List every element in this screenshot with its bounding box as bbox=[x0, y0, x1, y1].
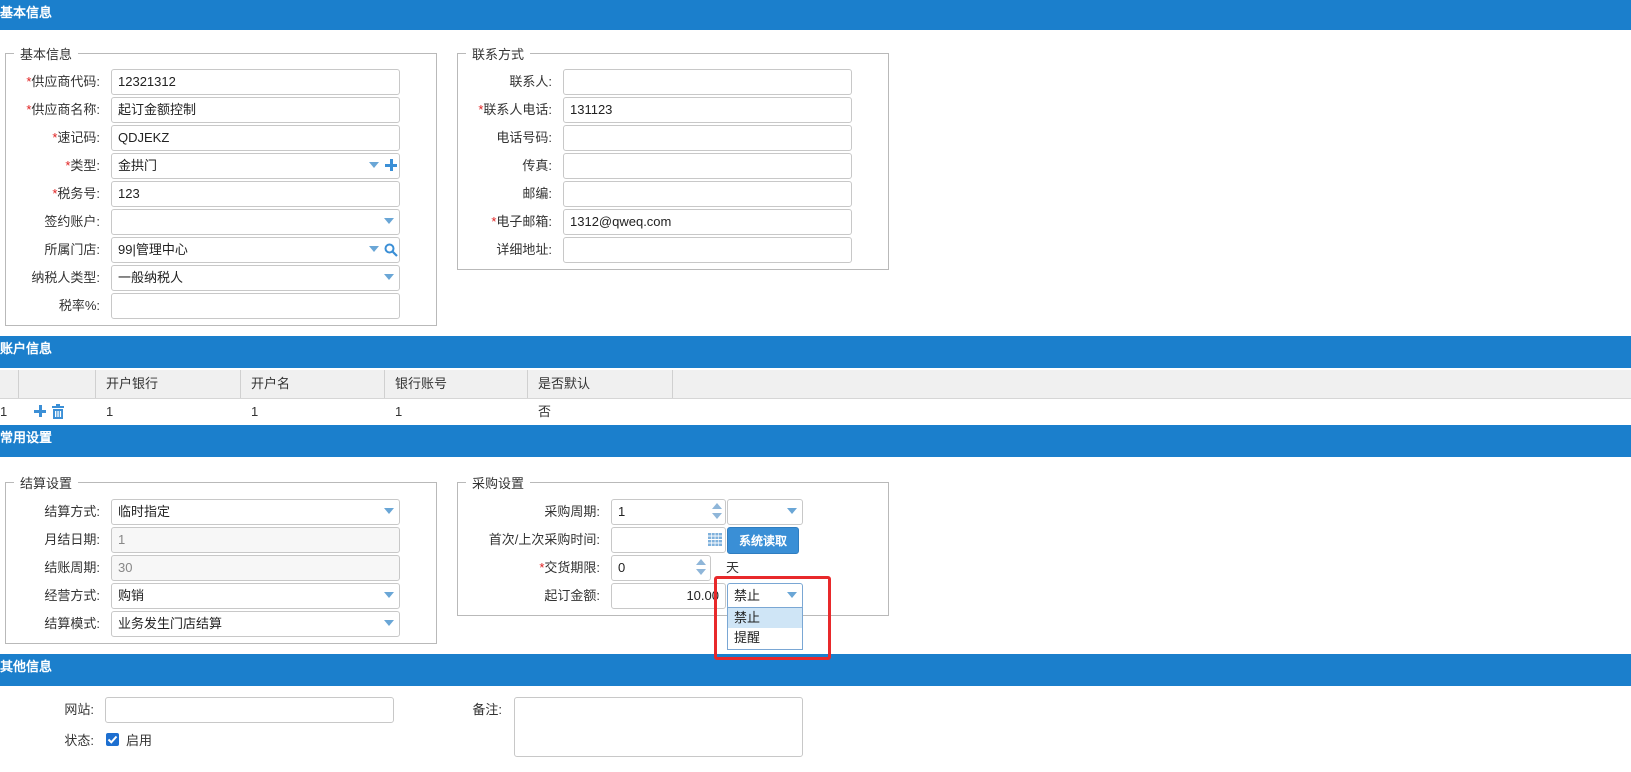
taxpayer-type-input[interactable]: 一般纳税人 bbox=[111, 265, 400, 291]
contact-phone-label: *联系人电话: bbox=[478, 102, 552, 117]
add-icon[interactable] bbox=[384, 158, 398, 172]
cell-account-name: 1 bbox=[251, 404, 259, 419]
remark-label: 备注: bbox=[472, 702, 502, 717]
grid-separator bbox=[240, 370, 241, 398]
fax-label: 传真: bbox=[522, 158, 552, 173]
address-label: 详细地址: bbox=[496, 242, 552, 257]
email-label: *电子邮箱: bbox=[491, 214, 552, 229]
check-icon bbox=[107, 735, 118, 744]
phone-number-input[interactable] bbox=[563, 125, 852, 151]
email-input[interactable]: 1312@qweq.com bbox=[563, 209, 852, 235]
website-input[interactable] bbox=[105, 697, 394, 723]
settlement-mode-label: 结算模式: bbox=[44, 616, 100, 631]
last-purchase-time-label: 首次/上次采购时间: bbox=[488, 532, 600, 547]
purchase-cycle-label: 采购周期: bbox=[544, 504, 600, 519]
settlement-method-input[interactable]: 临时指定 bbox=[111, 499, 400, 525]
purchase-cycle-input[interactable]: 1 bbox=[611, 499, 726, 525]
business-mode-label: 经营方式: bbox=[44, 588, 100, 603]
phone-number-label: 电话号码: bbox=[496, 130, 552, 145]
contact-legend: 联系方式 bbox=[472, 47, 525, 62]
chevron-down-icon[interactable] bbox=[384, 620, 394, 626]
purchase-legend: 采购设置 bbox=[472, 476, 525, 491]
chevron-down-icon[interactable] bbox=[384, 274, 394, 280]
col-header-default[interactable]: 是否默认 bbox=[538, 370, 590, 398]
status-checkbox[interactable] bbox=[106, 733, 119, 746]
monthly-settle-date-label: 月结日期: bbox=[44, 532, 100, 547]
highlight-box bbox=[714, 576, 831, 660]
supplier-name-label: *供应商名称: bbox=[26, 102, 100, 117]
monthly-settle-date-input[interactable]: 1 bbox=[111, 527, 400, 553]
cell-default: 否 bbox=[538, 404, 552, 419]
section-header-account: 账户信息 bbox=[0, 336, 1631, 368]
spin-down-icon[interactable] bbox=[712, 513, 722, 519]
contract-account-input[interactable] bbox=[111, 209, 400, 235]
col-header-bank[interactable]: 开户银行 bbox=[106, 370, 158, 398]
tax-number-label: *税务号: bbox=[52, 186, 100, 201]
col-header-account-no[interactable]: 银行账号 bbox=[395, 370, 447, 398]
contract-account-label: 签约账户: bbox=[44, 214, 100, 229]
section-header-common: 常用设置 bbox=[0, 425, 1631, 457]
tax-number-input[interactable]: 123 bbox=[111, 181, 400, 207]
remark-textarea[interactable] bbox=[514, 697, 803, 757]
chevron-down-icon[interactable] bbox=[369, 162, 379, 168]
shorthand-code-label: *速记码: bbox=[52, 130, 100, 145]
cell-account-no: 1 bbox=[395, 404, 403, 419]
add-row-icon[interactable] bbox=[33, 404, 47, 418]
address-input[interactable] bbox=[563, 237, 852, 263]
status-label: 状态: bbox=[64, 733, 94, 748]
website-label: 网站: bbox=[64, 702, 94, 717]
chevron-down-icon[interactable] bbox=[384, 218, 394, 224]
settle-cycle-input[interactable]: 30 bbox=[111, 555, 400, 581]
contact-person-input[interactable] bbox=[563, 69, 852, 95]
type-input[interactable]: 金拱门 bbox=[111, 153, 400, 179]
settlement-mode-input[interactable]: 业务发生门店结算 bbox=[111, 611, 400, 637]
business-mode-input[interactable]: 购销 bbox=[111, 583, 400, 609]
grid-separator bbox=[384, 370, 385, 398]
contact-phone-input[interactable]: 131123 bbox=[563, 97, 852, 123]
chevron-down-icon[interactable] bbox=[384, 508, 394, 514]
chevron-down-icon[interactable] bbox=[384, 592, 394, 598]
spin-up-icon[interactable] bbox=[712, 503, 722, 509]
postcode-label: 邮编: bbox=[522, 186, 552, 201]
fax-input[interactable] bbox=[563, 153, 852, 179]
settlement-legend: 结算设置 bbox=[20, 476, 73, 491]
supplier-code-input[interactable]: 12321312 bbox=[111, 69, 400, 95]
tax-rate-input[interactable] bbox=[111, 293, 400, 319]
spin-up-icon[interactable] bbox=[696, 559, 706, 565]
chevron-down-icon[interactable] bbox=[787, 508, 797, 514]
calendar-icon[interactable] bbox=[708, 533, 722, 546]
cell-bank: 1 bbox=[106, 404, 114, 419]
supplier-code-label: *供应商代码: bbox=[26, 74, 100, 89]
tax-rate-label: 税率%: bbox=[58, 298, 100, 313]
grid-separator bbox=[672, 370, 673, 398]
chevron-down-icon[interactable] bbox=[369, 246, 379, 252]
taxpayer-type-label: 纳税人类型: bbox=[31, 270, 100, 285]
min-order-amount-input[interactable]: 10.00 bbox=[611, 583, 726, 609]
shorthand-code-input[interactable]: QDJEKZ bbox=[111, 125, 400, 151]
postcode-input[interactable] bbox=[563, 181, 852, 207]
delivery-term-label: *交货期限: bbox=[539, 560, 600, 575]
grid-separator bbox=[527, 370, 528, 398]
store-label: 所属门店: bbox=[44, 242, 100, 257]
section-header-basic: 基本信息 bbox=[0, 0, 1631, 30]
settlement-method-label: 结算方式: bbox=[44, 504, 100, 519]
min-order-amount-label: 起订金额: bbox=[544, 588, 600, 603]
account-grid-header bbox=[0, 370, 1631, 399]
search-icon[interactable] bbox=[384, 243, 398, 260]
contact-person-label: 联系人: bbox=[509, 74, 552, 89]
grid-separator bbox=[18, 370, 19, 398]
grid-separator bbox=[95, 370, 96, 398]
supplier-name-input[interactable]: 起订金额控制 bbox=[111, 97, 400, 123]
settle-cycle-label: 结账周期: bbox=[44, 560, 100, 575]
system-read-button[interactable]: 系统读取 bbox=[727, 527, 799, 554]
col-header-account-name[interactable]: 开户名 bbox=[251, 370, 290, 398]
delete-row-icon[interactable] bbox=[51, 404, 65, 419]
type-label: *类型: bbox=[65, 158, 100, 173]
status-enabled-label: 启用 bbox=[126, 733, 153, 748]
row-index: 1 bbox=[0, 404, 8, 419]
spin-down-icon[interactable] bbox=[696, 569, 706, 575]
store-input[interactable]: 99|管理中心 bbox=[111, 237, 400, 263]
basic-info-legend: 基本信息 bbox=[20, 47, 73, 62]
